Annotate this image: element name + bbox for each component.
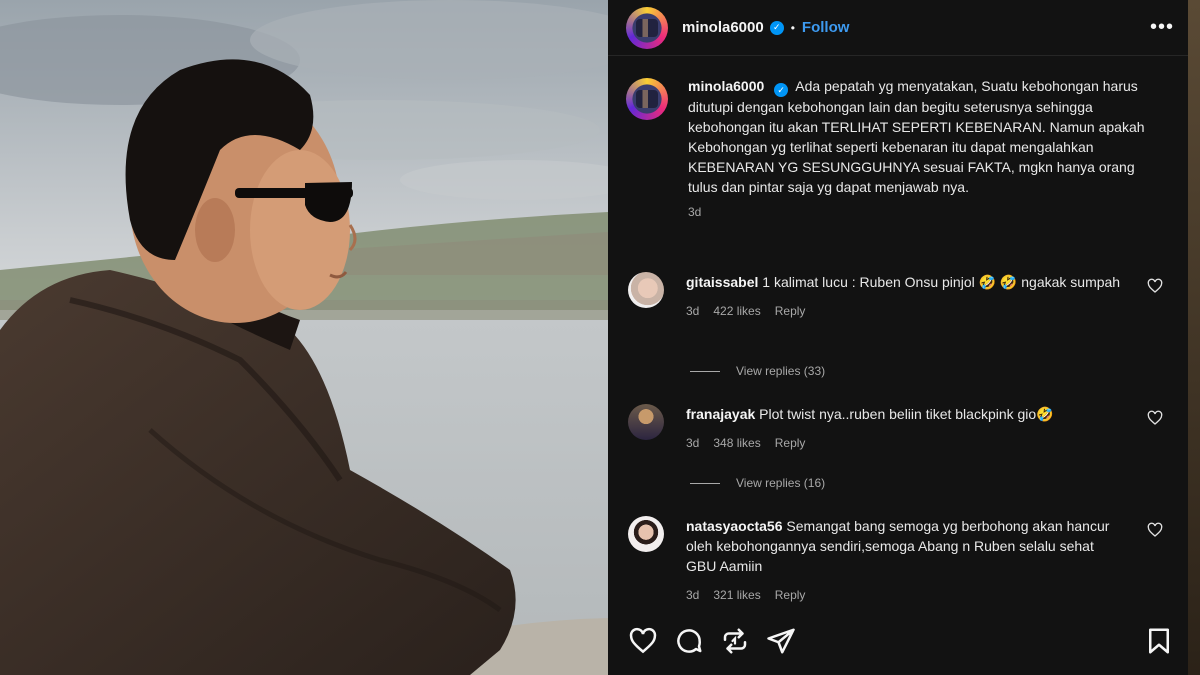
author-avatar[interactable] (626, 6, 668, 49)
view-replies-label[interactable]: View replies (16) (736, 476, 825, 490)
verified-badge-icon: ✓ (769, 20, 784, 35)
post-side-panel: minola6000 ✓ • Follow ••• minola6000 ✓ A… (608, 0, 1188, 675)
comment-item: franajayak Plot twist nya..ruben beliin … (628, 404, 1173, 450)
caption-verified-badge-icon: ✓ (774, 83, 789, 97)
comment-like-heart-icon[interactable] (1147, 410, 1163, 426)
separator-dot: • (790, 20, 795, 35)
caption-text-block: minola6000 ✓ Ada pepatah yg menyatakan, … (688, 76, 1148, 197)
comment-likes[interactable]: 422 likes (713, 304, 760, 318)
reply-button[interactable]: Reply (775, 436, 806, 450)
send-icon[interactable] (766, 626, 796, 656)
bookmark-icon[interactable] (1144, 626, 1174, 656)
post-photo (0, 0, 608, 675)
caption-text: Ada pepatah yg menyatakan, Suatu kebohon… (688, 78, 1145, 195)
more-options-icon[interactable]: ••• (1150, 16, 1174, 39)
author-username[interactable]: minola6000 (682, 19, 764, 36)
view-replies-label[interactable]: View replies (33) (736, 364, 825, 378)
comment-item: gitaissabel 1 kalimat lucu : Ruben Onsu … (628, 272, 1173, 318)
background-edge (1188, 0, 1200, 675)
replies-line-divider (690, 370, 720, 372)
view-replies-toggle[interactable]: View replies (33) (690, 364, 825, 378)
instagram-post-screenshot: minola6000 ✓ • Follow ••• minola6000 ✓ A… (0, 0, 1200, 675)
post-header: minola6000 ✓ • Follow ••• (608, 0, 1188, 56)
comment-time: 3d (686, 588, 700, 602)
commenter-avatar[interactable] (628, 516, 664, 552)
reply-button[interactable]: Reply (775, 304, 806, 318)
post-actions-bar (628, 626, 1173, 662)
replies-line-divider (690, 482, 720, 484)
comment-username[interactable]: franajayak (686, 406, 755, 422)
comment-username[interactable]: gitaissabel (686, 274, 758, 290)
commenter-avatar[interactable] (628, 404, 664, 440)
comment-text: 1 kalimat lucu : Ruben Onsu pinjol 🤣 🤣 n… (762, 274, 1121, 290)
heart-icon[interactable] (628, 626, 658, 656)
comment-text: Plot twist nya..ruben beliin tiket black… (759, 406, 1054, 422)
reply-button[interactable]: Reply (775, 588, 806, 602)
comment-like-heart-icon[interactable] (1147, 278, 1163, 294)
post-caption: minola6000 ✓ Ada pepatah yg menyatakan, … (626, 76, 1171, 219)
follow-button[interactable]: Follow (802, 19, 850, 36)
comment-likes[interactable]: 348 likes (713, 436, 760, 450)
commenter-avatar[interactable] (628, 272, 664, 308)
view-replies-toggle[interactable]: View replies (16) (690, 476, 825, 490)
comment-username[interactable]: natasyaocta56 (686, 518, 783, 534)
comment-item: natasyaocta56 Semangat bang semoga yg be… (628, 516, 1173, 602)
comment-time: 3d (686, 436, 700, 450)
comment-time: 3d (686, 304, 700, 318)
caption-username[interactable]: minola6000 (688, 78, 764, 94)
comment-like-heart-icon[interactable] (1147, 522, 1163, 538)
comment-icon[interactable] (674, 626, 704, 656)
caption-time: 3d (688, 205, 702, 219)
repost-icon[interactable] (720, 626, 750, 656)
caption-author-avatar[interactable] (626, 78, 668, 120)
comment-likes[interactable]: 321 likes (713, 588, 760, 602)
